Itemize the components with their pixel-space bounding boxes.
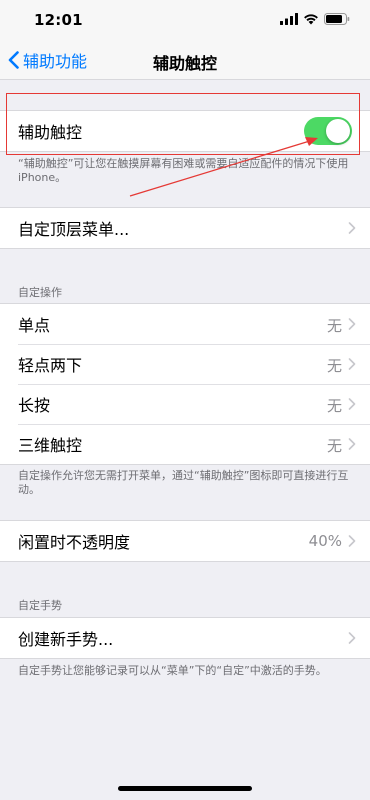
- chevron-right-icon: [348, 318, 356, 330]
- top-menu-group: 自定顶层菜单...: [0, 207, 370, 249]
- chevron-right-icon: [348, 222, 356, 234]
- custom-actions-header: 自定操作: [18, 286, 62, 299]
- action-row-single-tap[interactable]: 单点 无: [0, 304, 370, 344]
- action-label: 三维触控: [18, 436, 83, 455]
- custom-actions-footer: 自定操作允许您无需打开菜单，通过“辅助触控”图标即可直接进行互动。: [18, 469, 349, 496]
- assistive-touch-description: “辅助触控”可让您在触摸屏幕有困难或需要自适应配件的情况下使用 iPhone。: [18, 157, 349, 184]
- status-icons: [280, 13, 350, 25]
- create-gesture-label: 创建新手势...: [18, 630, 114, 649]
- idle-opacity-label: 闲置时不透明度: [18, 533, 131, 552]
- create-gesture-row[interactable]: 创建新手势...: [0, 618, 370, 658]
- customize-top-menu-label: 自定顶层菜单...: [18, 220, 130, 239]
- chevron-right-icon: [348, 358, 356, 370]
- action-label: 长按: [18, 396, 51, 415]
- custom-gestures-footer: 自定手势让您能够记录可以从“菜单”下的“自定”中激活的手势。: [18, 664, 327, 677]
- idle-opacity-group: 闲置时不透明度 40%: [0, 520, 370, 562]
- idle-opacity-value: 40%: [308, 532, 342, 550]
- custom-actions-group: 单点 无 轻点两下 无 长按 无 三维触控 无: [0, 303, 370, 465]
- action-row-double-tap[interactable]: 轻点两下 无: [0, 344, 370, 384]
- action-row-long-press[interactable]: 长按 无: [0, 384, 370, 424]
- idle-opacity-row[interactable]: 闲置时不透明度 40%: [0, 521, 370, 561]
- action-value: 无: [326, 317, 342, 335]
- action-value: 无: [326, 357, 342, 375]
- wifi-icon: [304, 14, 318, 25]
- status-bar: 12:01: [0, 0, 370, 40]
- navigation-bar: 辅助功能 辅助触控: [0, 40, 370, 80]
- home-indicator[interactable]: [118, 786, 252, 791]
- chevron-right-icon: [348, 438, 356, 450]
- action-label: 轻点两下: [18, 356, 83, 375]
- signal-icon: [280, 13, 298, 25]
- custom-gestures-group: 创建新手势...: [0, 617, 370, 659]
- action-label: 单点: [18, 316, 51, 335]
- page-title: 辅助触控: [152, 54, 217, 73]
- customize-top-menu-row[interactable]: 自定顶层菜单...: [0, 208, 370, 248]
- status-time: 12:01: [34, 11, 83, 29]
- custom-gestures-header: 自定手势: [18, 599, 62, 612]
- chevron-right-icon: [348, 535, 356, 547]
- action-row-3d-touch[interactable]: 三维触控 无: [0, 424, 370, 464]
- battery-icon: [324, 13, 350, 25]
- action-value: 无: [326, 397, 342, 415]
- chevron-right-icon: [348, 398, 356, 410]
- action-value: 无: [326, 437, 342, 455]
- annotation-highlight-box: [6, 93, 360, 155]
- chevron-right-icon: [348, 632, 356, 644]
